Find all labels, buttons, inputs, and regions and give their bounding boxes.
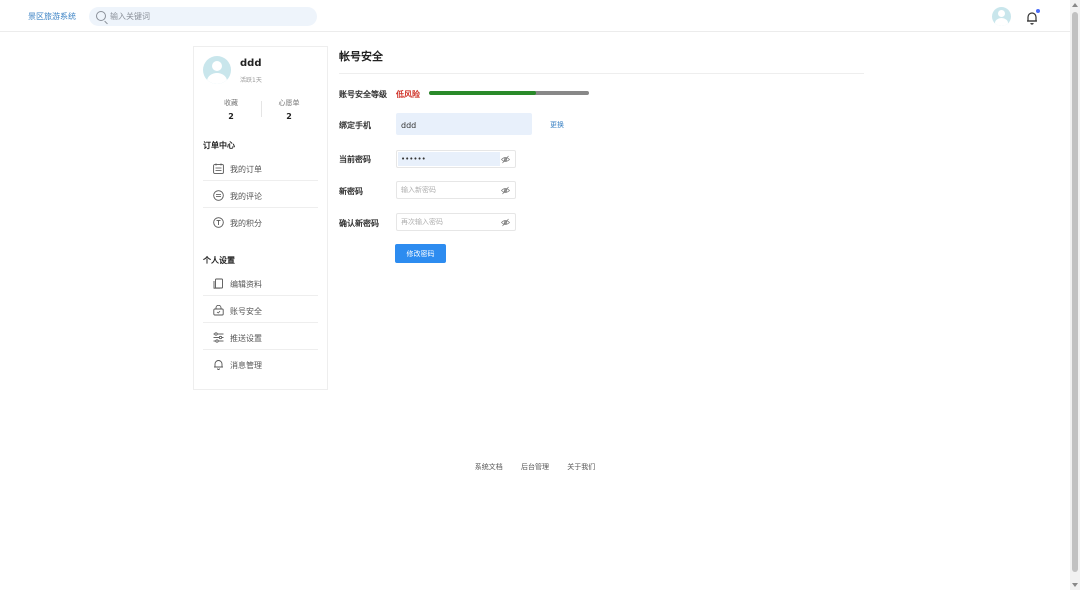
- stat-label: 心愿单: [278, 99, 300, 107]
- new-password-field[interactable]: [396, 181, 516, 199]
- profile-avatar: [203, 56, 231, 84]
- sidebar-item-label: 消息管理: [230, 361, 262, 370]
- stat-label: 收藏: [224, 99, 238, 107]
- profile-name: ddd: [240, 58, 262, 69]
- footer-link-admin[interactable]: 后台管理: [521, 462, 549, 472]
- eye-off-icon[interactable]: [501, 218, 510, 227]
- top-navbar: 景区旅游系统: [0, 0, 1070, 32]
- sidebar-item-my-comments[interactable]: 我的评论: [203, 182, 318, 208]
- eye-off-icon[interactable]: [501, 186, 510, 195]
- sidebar-item-label: 推送设置: [230, 334, 262, 343]
- scrollbar-thumb[interactable]: [1072, 12, 1078, 572]
- scroll-down-icon[interactable]: [1072, 583, 1078, 587]
- eye-off-icon[interactable]: [501, 155, 510, 164]
- points-icon: [213, 217, 224, 228]
- security-progress-fill: [429, 91, 537, 95]
- scroll-up-icon[interactable]: [1072, 3, 1078, 7]
- current-password-label: 当前密码: [339, 155, 371, 164]
- search-icon: [96, 11, 106, 21]
- site-logo[interactable]: 景区旅游系统: [28, 11, 76, 22]
- phone-label: 绑定手机: [339, 121, 371, 130]
- sidebar-item-label: 我的积分: [230, 219, 262, 228]
- user-avatar[interactable]: [992, 7, 1011, 26]
- change-phone-link[interactable]: 更换: [550, 120, 564, 130]
- current-password-field[interactable]: [396, 150, 516, 168]
- sidebar-item-my-orders[interactable]: 我的订单: [203, 155, 318, 181]
- confirm-password-label: 确认新密码: [339, 219, 379, 228]
- footer-link-about[interactable]: 关于我们: [567, 462, 595, 472]
- sidebar-item-push-settings[interactable]: 推送设置: [203, 324, 318, 350]
- user-sidebar: ddd 活跃1天 收藏 2 心愿单 2 订单中心 我的订单 我的评论 我的积分 …: [193, 46, 328, 390]
- sidebar-item-account-security[interactable]: 账号安全: [203, 297, 318, 323]
- risk-badge: 低风险: [396, 90, 420, 99]
- sliders-icon: [213, 332, 224, 343]
- sidebar-item-my-points[interactable]: 我的积分: [203, 209, 318, 235]
- stat-value: 2: [228, 112, 234, 121]
- sidebar-item-label: 账号安全: [230, 307, 262, 316]
- phone-input[interactable]: [401, 119, 521, 131]
- page-title: 帐号安全: [339, 50, 383, 63]
- new-password-input[interactable]: [401, 184, 497, 196]
- title-divider: [339, 73, 864, 74]
- stat-favorites[interactable]: 收藏 2: [211, 98, 251, 121]
- security-progress-bar: [429, 91, 589, 95]
- phone-field[interactable]: [396, 113, 532, 135]
- settings-title: 个人设置: [203, 256, 235, 265]
- sidebar-item-edit-profile[interactable]: 编辑资料: [203, 270, 318, 296]
- stat-divider: [261, 101, 262, 117]
- stat-value: 2: [286, 112, 292, 121]
- security-level-label: 账号安全等级: [339, 90, 387, 99]
- bell-icon: [214, 360, 223, 370]
- notification-bell-icon[interactable]: [1025, 9, 1040, 25]
- sidebar-item-label: 编辑资料: [230, 280, 262, 289]
- footer-links: 系统文档 后台管理 关于我们: [0, 462, 1070, 472]
- document-icon: [213, 278, 223, 289]
- footer-link-docs[interactable]: 系统文档: [475, 462, 503, 472]
- new-password-label: 新密码: [339, 187, 363, 196]
- search-box[interactable]: [89, 7, 317, 26]
- lock-icon: [213, 305, 224, 316]
- confirm-password-field[interactable]: [396, 213, 516, 231]
- confirm-password-input[interactable]: [401, 216, 497, 228]
- sidebar-item-label: 我的订单: [230, 165, 262, 174]
- search-input[interactable]: [110, 9, 310, 24]
- calendar-icon: [213, 163, 224, 174]
- profile-days: 活跃1天: [240, 77, 262, 84]
- order-center-title: 订单中心: [203, 141, 235, 150]
- comment-icon: [213, 190, 224, 201]
- notification-dot: [1036, 9, 1040, 13]
- stat-wishlist[interactable]: 心愿单 2: [269, 98, 309, 121]
- sidebar-item-label: 我的评论: [230, 192, 262, 201]
- page-scrollbar[interactable]: [1070, 0, 1080, 590]
- current-password-input[interactable]: [401, 153, 497, 165]
- sidebar-item-message-management[interactable]: 消息管理: [203, 351, 318, 377]
- change-password-button[interactable]: 修改密码: [395, 244, 446, 263]
